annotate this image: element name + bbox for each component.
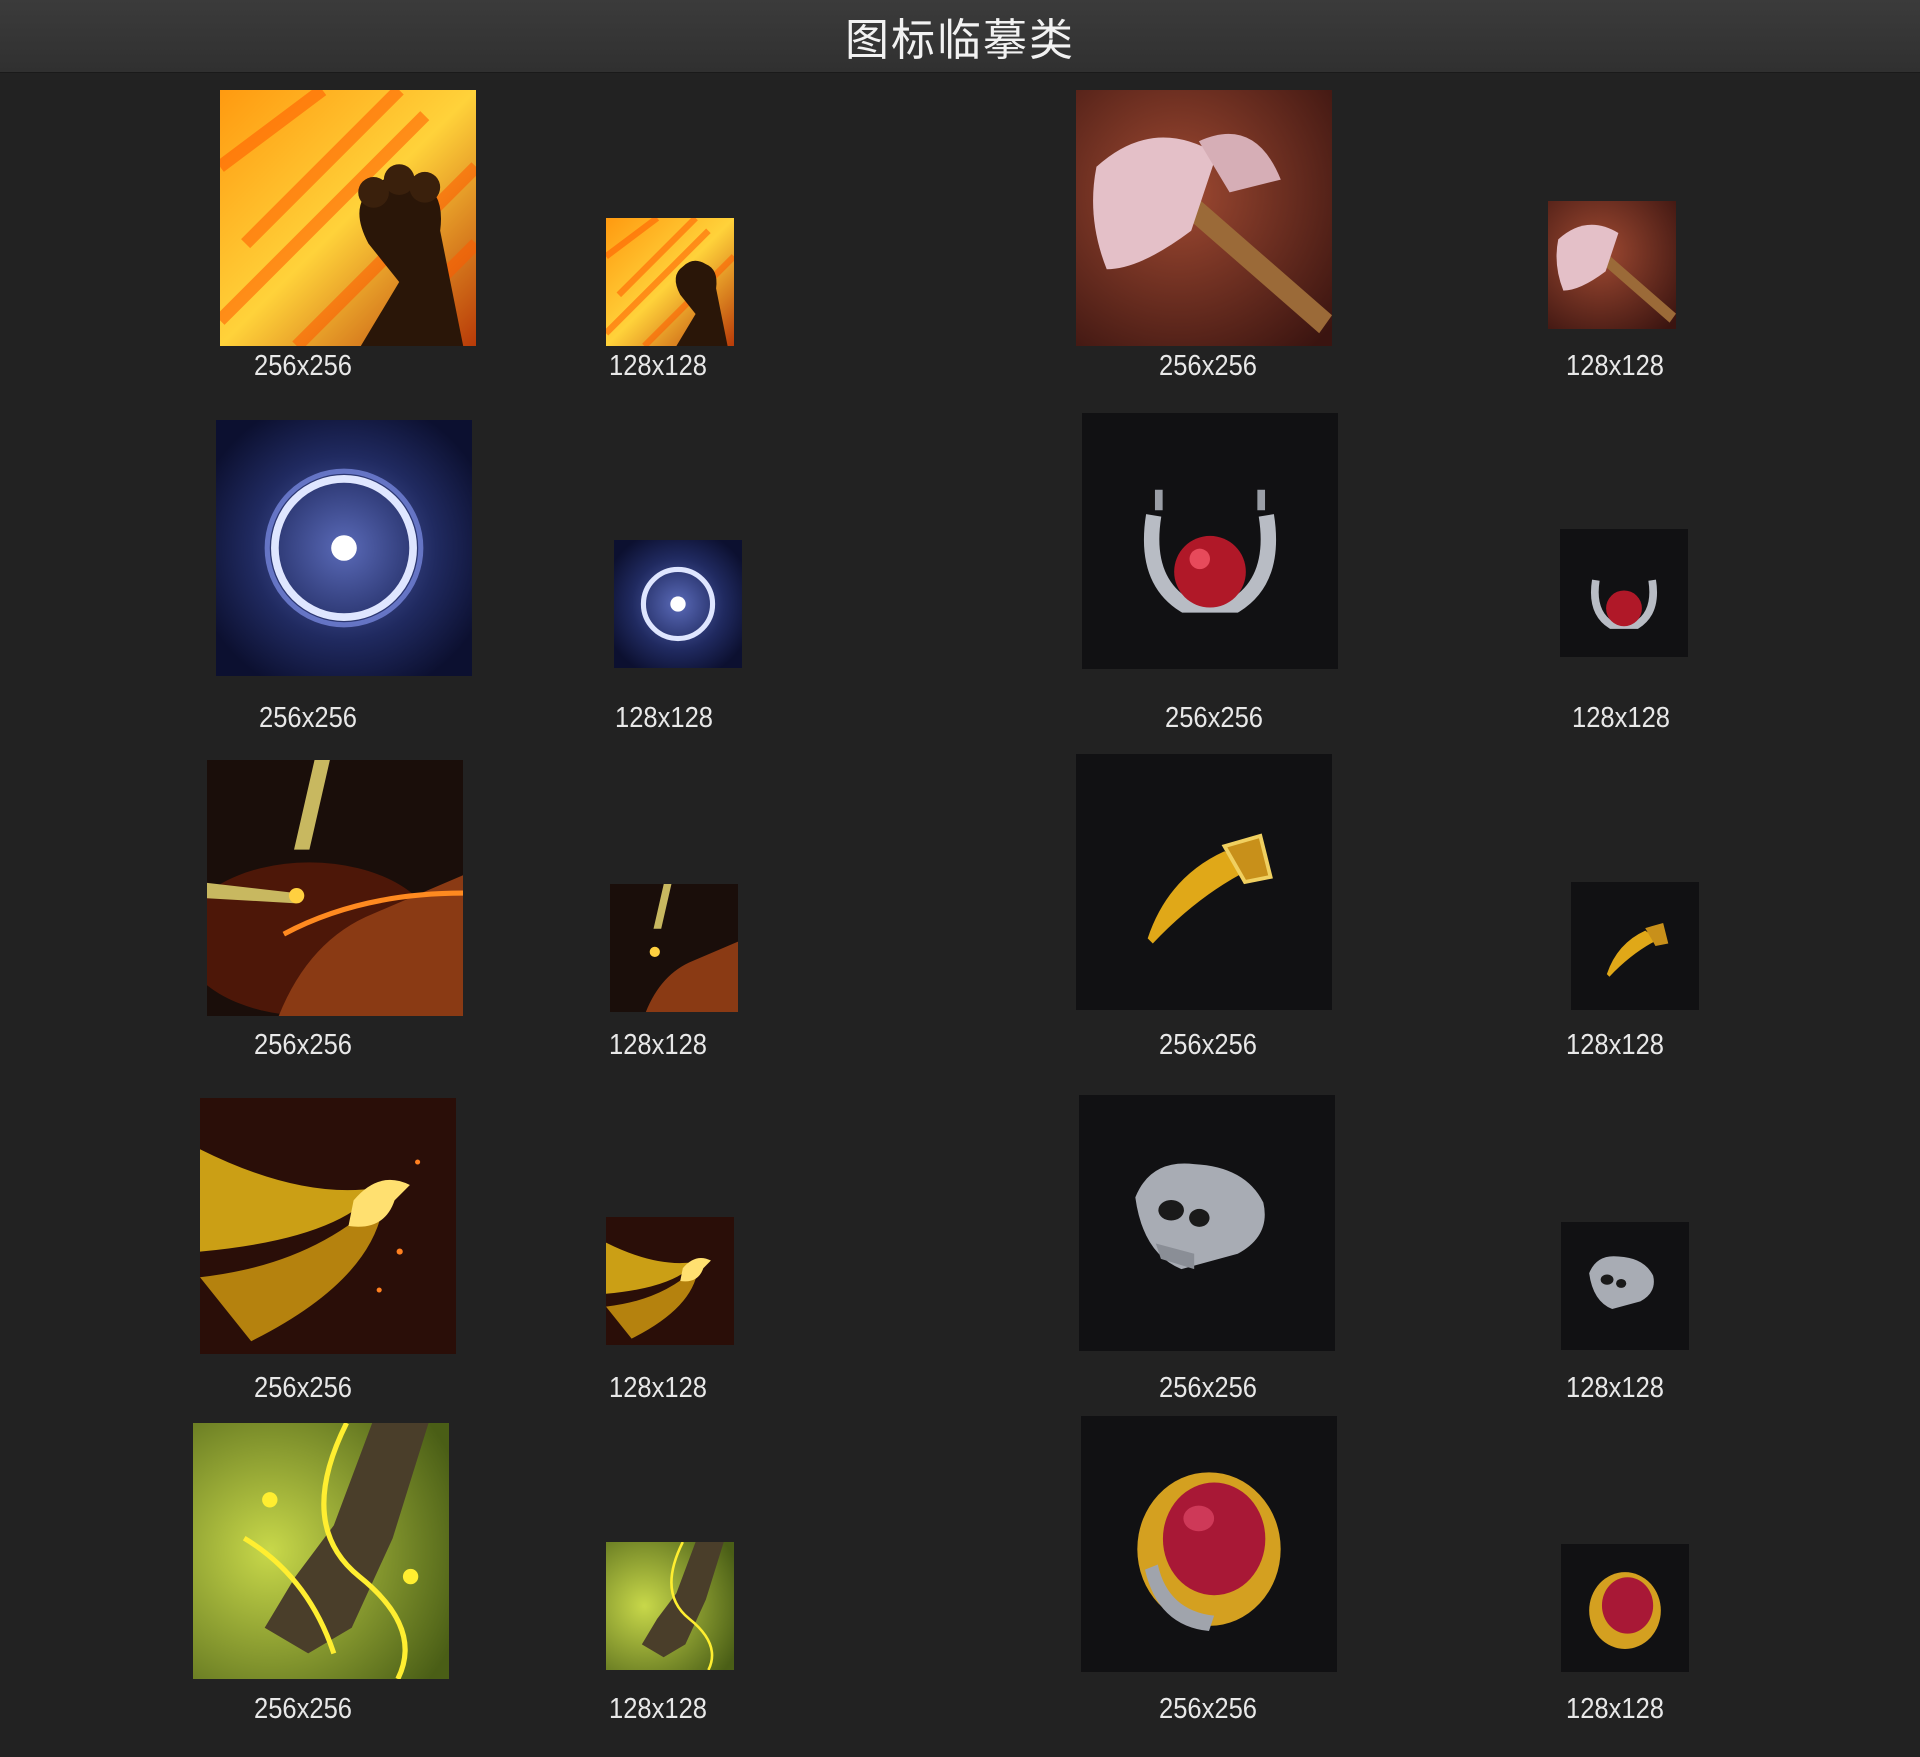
size-label: 256x256 [1159, 1372, 1257, 1404]
size-label: 256x256 [259, 702, 357, 734]
skull-ring-icon-small [1561, 1222, 1689, 1350]
size-label: 256x256 [254, 1029, 352, 1061]
energy-orb-icon-large [216, 420, 472, 676]
size-label: 128x128 [1566, 350, 1664, 382]
flaming-fist-icon-large [220, 90, 476, 346]
vine-tree-claw-icon-small [606, 1542, 734, 1670]
size-label: 256x256 [1159, 1029, 1257, 1061]
size-label: 128x128 [609, 1693, 707, 1725]
size-label: 128x128 [609, 350, 707, 382]
ruby-gold-ring-icon-small [1561, 1544, 1689, 1672]
ruby-gold-ring-icon-large [1081, 1416, 1337, 1672]
title-bar: 图标临摹类 [0, 0, 1920, 73]
golden-phoenix-icon-large [200, 1098, 456, 1354]
size-label: 256x256 [254, 1693, 352, 1725]
skull-ring-icon-large [1079, 1095, 1335, 1351]
size-label: 256x256 [254, 1372, 352, 1404]
gallery-page: 图标临摹类 256x256 128x128 256x256 128x128 25… [0, 0, 1920, 1757]
size-label: 256x256 [1159, 1693, 1257, 1725]
size-label: 128x128 [615, 702, 713, 734]
energy-orb-icon-small [614, 540, 742, 668]
sword-strike-boot-icon-large [207, 760, 463, 1016]
size-label: 128x128 [1566, 1693, 1664, 1725]
sword-strike-boot-icon-small [610, 884, 738, 1012]
golden-fang-icon-large [1076, 754, 1332, 1010]
battle-axe-icon-large [1076, 90, 1332, 346]
golden-fang-icon-small [1571, 882, 1699, 1010]
size-label: 128x128 [609, 1029, 707, 1061]
ruby-amulet-icon-small [1560, 529, 1688, 657]
size-label: 256x256 [1165, 702, 1263, 734]
ruby-amulet-icon-large [1082, 413, 1338, 669]
size-label: 128x128 [1566, 1372, 1664, 1404]
size-label: 256x256 [254, 350, 352, 382]
page-title: 图标临摹类 [845, 15, 1075, 66]
flaming-fist-icon-small [606, 218, 734, 346]
size-label: 128x128 [1566, 1029, 1664, 1061]
battle-axe-icon-small [1548, 201, 1676, 329]
size-label: 128x128 [1572, 702, 1670, 734]
size-label: 128x128 [609, 1372, 707, 1404]
vine-tree-claw-icon-large [193, 1423, 449, 1679]
golden-phoenix-icon-small [606, 1217, 734, 1345]
size-label: 256x256 [1159, 350, 1257, 382]
